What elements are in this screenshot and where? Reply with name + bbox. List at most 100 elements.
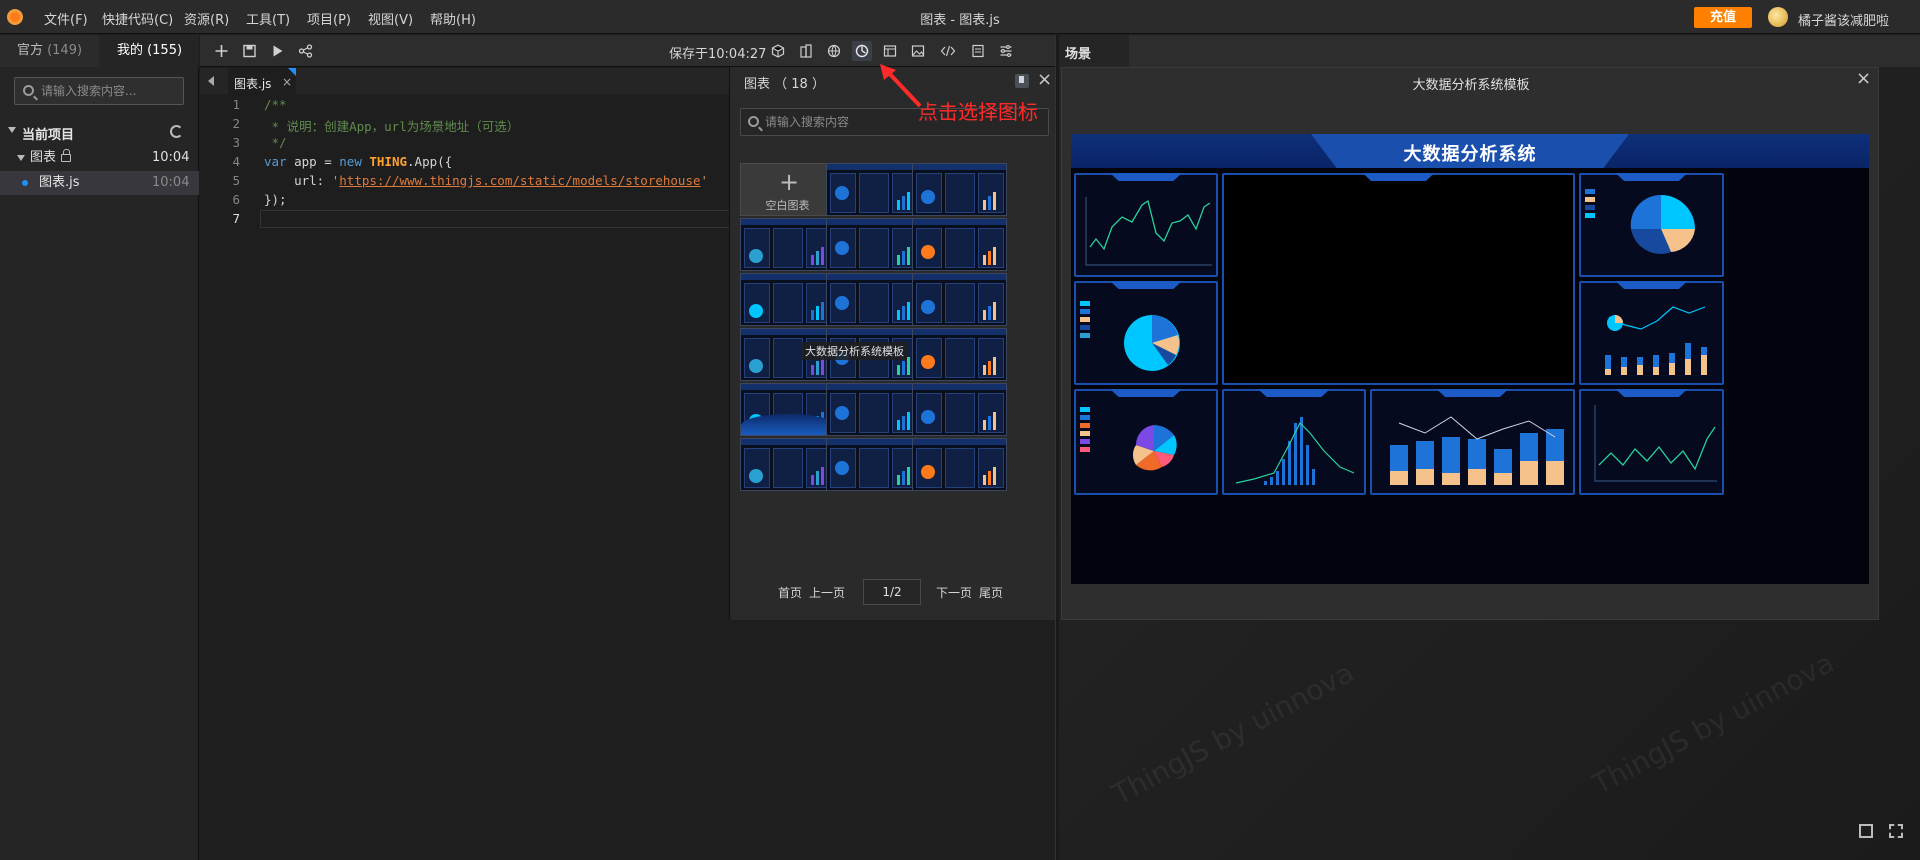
template-card[interactable]: [826, 273, 921, 326]
template-thumb-shape: [907, 302, 910, 320]
search-icon: [748, 116, 759, 127]
close-icon[interactable]: ×: [1037, 69, 1052, 90]
model-cube-icon[interactable]: [768, 41, 788, 61]
template-thumb-shape: [978, 393, 1004, 433]
menu-file[interactable]: 文件(F): [44, 9, 88, 28]
menu-resources[interactable]: 资源(R): [184, 9, 229, 28]
pin-icon[interactable]: [1015, 74, 1029, 88]
globe-icon[interactable]: [824, 41, 844, 61]
code-keyword: new: [339, 154, 362, 169]
menu-quick-code[interactable]: 快捷代码(C): [102, 9, 173, 28]
template-thumb-shape: [827, 329, 920, 335]
template-card[interactable]: [740, 383, 835, 436]
template-thumb-shape: [859, 283, 889, 323]
template-card[interactable]: [912, 438, 1007, 491]
recharge-button[interactable]: 充值: [1694, 7, 1752, 28]
notes-icon[interactable]: [968, 41, 988, 61]
tab-mine[interactable]: 我的 (155): [100, 35, 199, 67]
template-card[interactable]: [740, 438, 835, 491]
template-thumb-shape: [741, 384, 834, 390]
fullscreen-icon[interactable]: [1889, 824, 1903, 838]
sidebar-search-input[interactable]: [41, 82, 179, 100]
settings-sliders-icon[interactable]: [996, 41, 1016, 61]
template-card[interactable]: [740, 273, 835, 326]
template-thumb-shape: [827, 164, 920, 170]
template-thumb-shape: [816, 306, 819, 320]
tab-scene-label: 场景: [1065, 47, 1092, 62]
user-name[interactable]: 橘子酱该减肥啦: [1798, 10, 1889, 29]
sidebar-search[interactable]: [14, 77, 184, 105]
code-line: */: [264, 135, 287, 150]
template-thumb-shape: [907, 412, 910, 430]
user-avatar[interactable]: [1768, 7, 1788, 27]
dashboard-panel: [1579, 173, 1724, 277]
template-thumb-shape: [827, 219, 920, 225]
template-card[interactable]: [912, 163, 1007, 216]
template-card[interactable]: [826, 383, 921, 436]
pager-first[interactable]: 首页: [778, 584, 802, 601]
share-icon[interactable]: [298, 44, 313, 58]
open-external-icon[interactable]: [1859, 824, 1873, 838]
tree-folder[interactable]: 图表 10:04: [0, 146, 199, 170]
building-icon[interactable]: [796, 41, 816, 61]
rose-chart-thumbnail: [1132, 425, 1177, 471]
close-icon[interactable]: ×: [1856, 68, 1871, 89]
template-thumb-shape: [816, 361, 819, 375]
template-thumb-shape: [988, 471, 991, 485]
template-thumb-shape: [827, 384, 920, 390]
tree-folder-time: 10:04: [152, 150, 190, 165]
template-card[interactable]: [826, 218, 921, 271]
code-text: app =: [286, 154, 340, 169]
pager-last[interactable]: 尾页: [979, 584, 1003, 601]
template-card[interactable]: [912, 218, 1007, 271]
plus-icon: +: [779, 168, 800, 196]
menu-help[interactable]: 帮助(H): [430, 9, 476, 28]
pager-next[interactable]: 下一页: [936, 584, 972, 601]
run-icon[interactable]: [270, 44, 285, 58]
tab-official[interactable]: 官方 (149): [0, 35, 99, 67]
template-card[interactable]: [826, 438, 921, 491]
blank-chart-card[interactable]: + 空白图表: [740, 163, 835, 216]
page-input[interactable]: [863, 579, 921, 605]
tab-scroll-left-icon[interactable]: [208, 76, 214, 86]
template-card[interactable]: [740, 218, 835, 271]
dashboard-title: 大数据分析系统: [1403, 144, 1537, 165]
template-thumb-shape: [897, 365, 900, 375]
pager-prev[interactable]: 上一页: [809, 584, 845, 601]
save-icon[interactable]: [242, 44, 257, 58]
tab-official-label: 官方: [16, 43, 43, 58]
tab-editor-file[interactable]: 图表.js ×: [228, 68, 296, 94]
template-card[interactable]: [826, 163, 921, 216]
tree-file[interactable]: 图表.js 10:04: [0, 171, 199, 195]
chart-tool-icon[interactable]: [852, 41, 872, 61]
template-thumb-shape: [811, 310, 814, 320]
code-icon[interactable]: [938, 41, 958, 61]
line-number: 2: [232, 116, 240, 131]
template-card[interactable]: [912, 273, 1007, 326]
project-header[interactable]: 当前项目: [0, 120, 199, 144]
template-thumb-shape: [907, 192, 910, 210]
tab-scene[interactable]: 场景: [1059, 35, 1129, 67]
caret-down-icon: [8, 127, 16, 133]
code-editor[interactable]: 1 2 3 4 5 6 7 /** * 说明：创建App，url为场景地址（可选…: [200, 95, 730, 860]
menu-tools[interactable]: 工具(T): [246, 9, 290, 28]
template-thumb-shape: [749, 359, 763, 373]
preview-title: 大数据分析系统模板: [1412, 78, 1530, 93]
template-card[interactable]: [912, 328, 1007, 381]
close-icon[interactable]: ×: [282, 75, 292, 89]
template-thumb-shape: [821, 467, 824, 485]
template-card[interactable]: [912, 383, 1007, 436]
template-thumb-shape: [945, 173, 975, 213]
tree-file-time: 10:04: [152, 175, 190, 190]
menu-view[interactable]: 视图(V): [368, 9, 413, 28]
template-thumb-shape: [913, 439, 1006, 445]
menu-project[interactable]: 项目(P): [307, 9, 351, 28]
code-url[interactable]: https://www.thingjs.com/static/models/st…: [339, 173, 700, 188]
refresh-icon[interactable]: [170, 125, 183, 138]
template-thumb-shape: [907, 467, 910, 485]
line-chart-thumbnail: [1085, 197, 1212, 266]
new-file-icon[interactable]: [214, 44, 229, 58]
layout-table-icon[interactable]: [880, 41, 900, 61]
image-icon[interactable]: [908, 41, 928, 61]
template-thumb-shape: [945, 228, 975, 268]
